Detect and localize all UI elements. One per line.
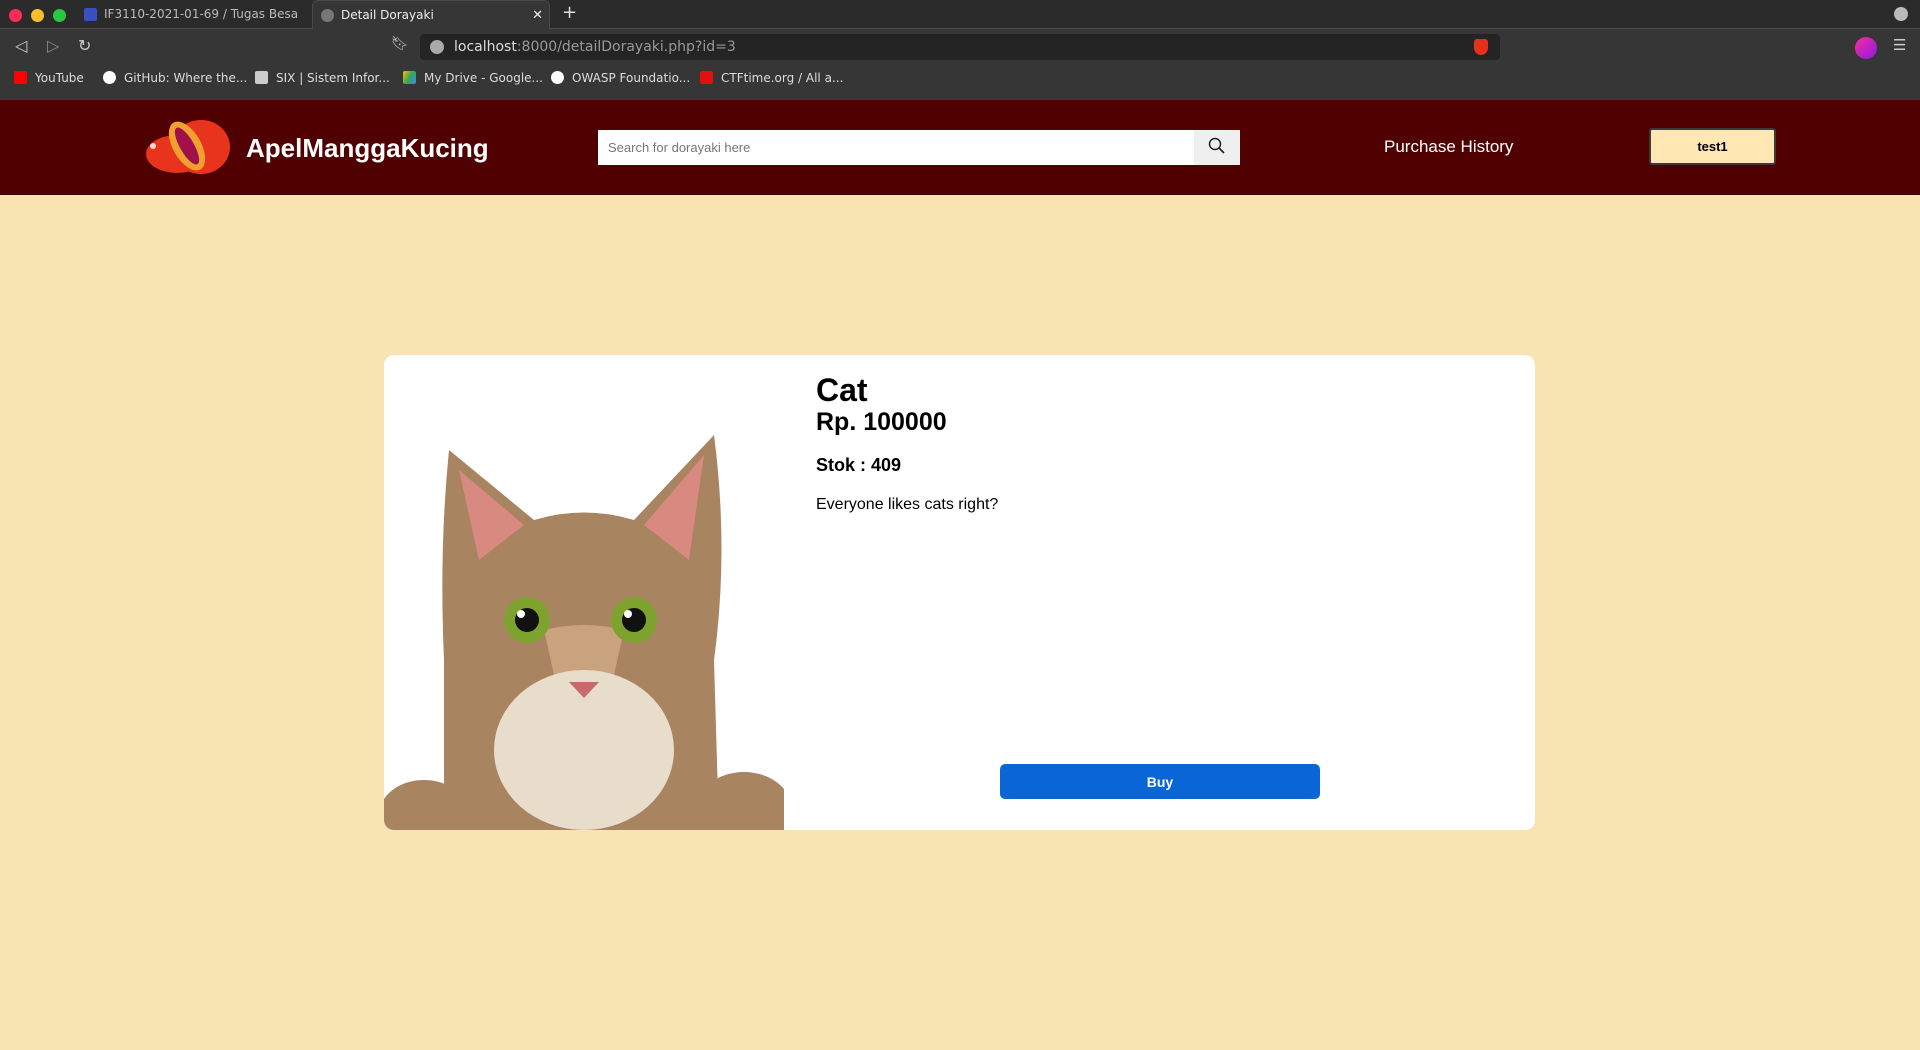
url-host: localhost — [454, 39, 517, 55]
tab-tugas-besar[interactable]: IF3110-2021-01-69 / Tugas Besar 1 — [76, 0, 298, 29]
tab-detail-dorayaki[interactable]: Detail Dorayaki ✕ — [312, 0, 550, 29]
browser-chrome: IF3110-2021-01-69 / Tugas Besar 1 Detail… — [0, 0, 1920, 100]
tab-bar: IF3110-2021-01-69 / Tugas Besar 1 Detail… — [0, 0, 1920, 29]
product-description: Everyone likes cats right? — [816, 496, 999, 513]
github-icon — [103, 71, 116, 84]
bookmark-label: CTFtime.org / All a... — [721, 71, 844, 85]
bookmark-label: GitHub: Where the... — [124, 71, 248, 85]
bookmark-label: YouTube — [35, 71, 84, 85]
tab-label: IF3110-2021-01-69 / Tugas Besar 1 — [104, 7, 298, 21]
bookmark-icon[interactable]: 🔖︎ — [391, 36, 409, 52]
product-stock: Stok : 409 — [816, 455, 902, 475]
bookmark-label: My Drive - Google... — [424, 71, 543, 85]
close-window-button[interactable] — [9, 9, 22, 22]
site-icon — [84, 8, 97, 21]
product-image-cat — [384, 430, 784, 830]
maximize-window-button[interactable] — [53, 9, 66, 22]
product-price: Rp. 100000 — [816, 408, 947, 436]
info-icon[interactable] — [430, 40, 444, 54]
bookmark-label: SIX | Sistem Infor... — [276, 71, 390, 85]
url-path: :8000/detailDorayaki.php?id=3 — [516, 39, 736, 55]
bookmark-youtube[interactable]: YouTube — [14, 71, 84, 85]
tab-list-dropdown-icon[interactable] — [1894, 7, 1908, 21]
owasp-icon — [551, 71, 564, 84]
ctftime-icon — [700, 71, 713, 84]
bookmark-github[interactable]: GitHub: Where the... — [103, 71, 247, 85]
bookmark-ctftime[interactable]: CTFtime.org / All a... — [700, 71, 843, 85]
youtube-icon — [14, 71, 27, 84]
six-icon — [255, 71, 268, 84]
user-menu-button[interactable]: test1 — [1649, 128, 1776, 165]
forward-button[interactable]: ▷ — [47, 36, 59, 55]
new-tab-button[interactable]: + — [562, 2, 577, 23]
tab-label: Detail Dorayaki — [341, 8, 434, 22]
minimize-window-button[interactable] — [31, 9, 44, 22]
dorayaki-logo[interactable] — [143, 118, 233, 176]
purchase-history-link[interactable]: Purchase History — [1384, 137, 1513, 157]
profile-avatar[interactable] — [1855, 37, 1877, 59]
product-card: Cat Rp. 100000 Stok : 409 Everyone likes… — [384, 355, 1535, 830]
product-name: Cat — [816, 372, 868, 408]
bookmark-google-drive[interactable]: My Drive - Google... — [403, 71, 543, 85]
bookmark-label: OWASP Foundatio... — [572, 71, 691, 85]
brand-name[interactable]: ApelManggaKucing — [246, 133, 489, 164]
bookmark-owasp[interactable]: OWASP Foundatio... — [551, 71, 690, 85]
back-button[interactable]: ◁ — [15, 36, 27, 55]
google-drive-icon — [403, 71, 416, 84]
menu-icon[interactable]: ☰ — [1893, 36, 1906, 54]
brave-shield-icon[interactable] — [1474, 39, 1488, 55]
search-button[interactable] — [1194, 130, 1240, 165]
globe-icon — [321, 9, 334, 22]
search-icon — [1208, 137, 1225, 154]
close-tab-icon[interactable]: ✕ — [532, 1, 543, 29]
bookmark-six[interactable]: SIX | Sistem Infor... — [255, 71, 390, 85]
search-input[interactable] — [598, 130, 1194, 165]
address-bar[interactable]: localhost:8000/detailDorayaki.php?id=3 — [420, 34, 1500, 60]
reload-button[interactable]: ↻ — [78, 36, 91, 55]
buy-button[interactable]: Buy — [1000, 764, 1320, 799]
